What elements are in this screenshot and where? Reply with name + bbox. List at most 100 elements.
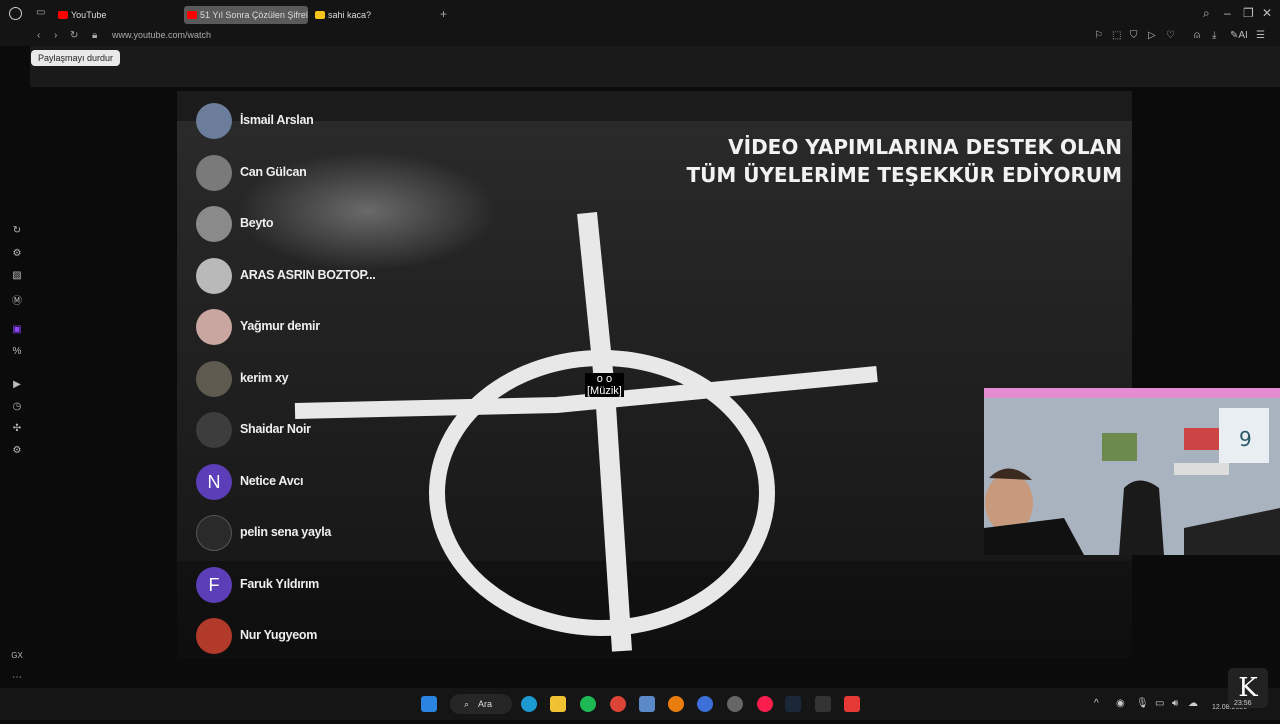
minimize-button[interactable]: – xyxy=(1224,6,1231,20)
gx-label: GX xyxy=(11,651,23,660)
close-button[interactable]: ✕ xyxy=(1262,6,1272,20)
vs-icon[interactable] xyxy=(697,696,713,712)
steam-icon[interactable] xyxy=(785,696,801,712)
caption-text: [Müzik] xyxy=(585,385,624,397)
opera-gx-taskbar-icon[interactable] xyxy=(757,696,773,712)
obs-icon[interactable] xyxy=(727,696,743,712)
member-avatar: F xyxy=(196,566,232,603)
title-line-2: TÜM ÜYELERİME TEŞEKKÜR EDİYORUM xyxy=(686,163,1122,187)
monitor-app-icon[interactable] xyxy=(815,696,831,712)
edge-icon[interactable] xyxy=(521,696,537,712)
member-name: Shaidar Noir xyxy=(240,422,311,436)
adblock-icon[interactable]: ⛉ xyxy=(1130,30,1138,41)
snapshot-icon[interactable]: ⬚ xyxy=(1112,30,1121,41)
windows-start-icon[interactable] xyxy=(421,696,437,712)
new-tab-button[interactable]: + xyxy=(440,7,447,21)
member-avatar xyxy=(196,257,232,294)
video-title-overlay: VİDEO YAPIMLARINA DESTEK OLAN TÜM ÜYELER… xyxy=(686,133,1122,189)
member-name: kerim xy xyxy=(240,370,289,385)
taskbar-time: 23:56 xyxy=(1234,700,1252,707)
lock-icon: 🔒︎ xyxy=(92,30,98,41)
settings-icon[interactable]: ⚙ xyxy=(10,445,24,456)
member-avatar: N xyxy=(196,463,232,500)
member-avatar xyxy=(196,154,232,191)
url-field[interactable]: www.youtube.com/watch xyxy=(112,30,211,40)
spotify-icon[interactable] xyxy=(580,696,596,712)
app-icon[interactable] xyxy=(639,696,655,712)
more-icon[interactable]: ⋯ xyxy=(10,672,24,683)
tab-label: 51 Yıl Sonra Çözülen Şifrel xyxy=(200,10,308,20)
app-red-icon[interactable] xyxy=(844,696,860,712)
back-button[interactable]: ‹ xyxy=(37,30,40,41)
tab-island-icon[interactable]: ▭ xyxy=(36,7,45,18)
member-avatar xyxy=(196,618,232,654)
browser-tab-bar: ▭ YouTube 51 Yıl Sonra Çözülen Şifrel sa… xyxy=(0,0,1280,28)
download-icon[interactable]: ⤓ xyxy=(1212,30,1216,41)
display-icon[interactable]: ▭ xyxy=(1155,698,1164,709)
search-label: Ara xyxy=(478,699,493,709)
address-bar: ‹ › ↻ 🔒︎ www.youtube.com/watch ⚐ ⬚ ⛉ ▷ ♡… xyxy=(0,28,1280,46)
caption-symbols: o o xyxy=(585,373,624,385)
youtube-header-strip xyxy=(30,46,1280,87)
member-name: Netice Avcı xyxy=(240,473,304,488)
member-avatar xyxy=(196,309,232,345)
reload-button[interactable]: ↻ xyxy=(70,30,78,41)
tab-label: sahi kaca? xyxy=(328,10,372,20)
discount-icon[interactable]: % xyxy=(10,346,24,357)
tray-chevron-icon[interactable]: ^ xyxy=(1094,698,1099,709)
stop-sharing-tooltip[interactable]: Paylaşmayı durdur xyxy=(31,50,121,66)
webcam-scene: 9 xyxy=(984,388,1280,555)
taskbar-search[interactable]: ⌕ Ara xyxy=(450,694,512,714)
member-name: Faruk Yıldırım xyxy=(240,576,319,591)
chrome-icon[interactable] xyxy=(610,696,626,712)
network-icon[interactable]: ☁ xyxy=(1188,698,1198,709)
closed-caption: o o [Müzik] xyxy=(585,373,624,397)
windows-taskbar: ⌕ Ara ^ ◉ 🎙︎ ▭ 🔊︎ ☁ 12.08.2026 xyxy=(0,688,1280,720)
member-name: pelin sena yayla xyxy=(240,525,332,539)
search-icon: ⌕ xyxy=(464,699,470,709)
bookmark-icon[interactable]: ⚐ xyxy=(1094,30,1103,41)
mail-icon[interactable]: Ⓜ xyxy=(10,292,24,307)
heart-icon[interactable]: ♡ xyxy=(1166,30,1175,41)
tab-label: YouTube xyxy=(71,10,107,20)
question-favicon-icon xyxy=(315,11,325,19)
member-name: Yağmur demir xyxy=(240,319,320,333)
member-name: İsmail Arslan xyxy=(240,113,314,127)
youtube-favicon-icon xyxy=(58,11,68,19)
file-explorer-icon[interactable] xyxy=(550,696,566,712)
member-avatar xyxy=(196,206,232,242)
member-avatar xyxy=(196,515,232,551)
title-line-1: VİDEO YAPIMLARINA DESTEK OLAN xyxy=(728,135,1122,159)
opera-gx-logo-icon[interactable] xyxy=(9,7,22,20)
tab-video-active[interactable]: 51 Yıl Sonra Çözülen Şifrel xyxy=(184,6,308,24)
clock-icon[interactable]: ◷ xyxy=(10,401,24,412)
volume-icon[interactable]: 🔊︎ xyxy=(1172,698,1178,709)
k-watermark-logo: K 23:56 xyxy=(1228,668,1268,708)
player-icon[interactable]: ▷ xyxy=(1148,30,1156,41)
search-tabs-icon[interactable]: ⌕ xyxy=(1203,6,1210,21)
member-name: Can Gülcan xyxy=(240,164,307,179)
member-name: Nur Yugyeom xyxy=(240,628,318,642)
forward-button[interactable]: › xyxy=(54,30,57,41)
maximize-button[interactable]: ❐ xyxy=(1243,6,1254,20)
player-sidebar-icon[interactable]: ▶ xyxy=(10,379,24,390)
blender-icon[interactable] xyxy=(668,696,684,712)
wallet-icon[interactable]: ▨ xyxy=(10,270,24,281)
twitch-icon[interactable]: ▣ xyxy=(10,324,24,335)
tab-youtube[interactable]: YouTube xyxy=(55,6,180,24)
webcam-overlay: 9 xyxy=(984,388,1280,555)
member-avatar xyxy=(196,412,232,448)
video-player[interactable]: VİDEO YAPIMLARINA DESTEK OLAN TÜM ÜYELER… xyxy=(177,91,1132,658)
member-name: Beyto xyxy=(240,216,274,230)
member-name: ARAS ASRIN BOZTOP... xyxy=(240,267,376,282)
profile-icon[interactable]: ⍝ xyxy=(1194,30,1200,41)
svg-text:9: 9 xyxy=(1239,427,1252,451)
control-icon[interactable]: ⚙ xyxy=(10,248,24,259)
tray-app-icon[interactable]: ◉ xyxy=(1116,698,1125,709)
extensions-icon[interactable]: ✣ xyxy=(10,423,24,434)
microphone-icon[interactable]: 🎙︎ xyxy=(1136,698,1149,709)
history-icon[interactable]: ↻ xyxy=(10,225,24,236)
ai-icon[interactable]: ✎AI xyxy=(1230,30,1248,41)
menu-icon[interactable]: ☰ xyxy=(1256,30,1265,41)
tab-sahi-kaca[interactable]: sahi kaca? xyxy=(312,6,432,24)
